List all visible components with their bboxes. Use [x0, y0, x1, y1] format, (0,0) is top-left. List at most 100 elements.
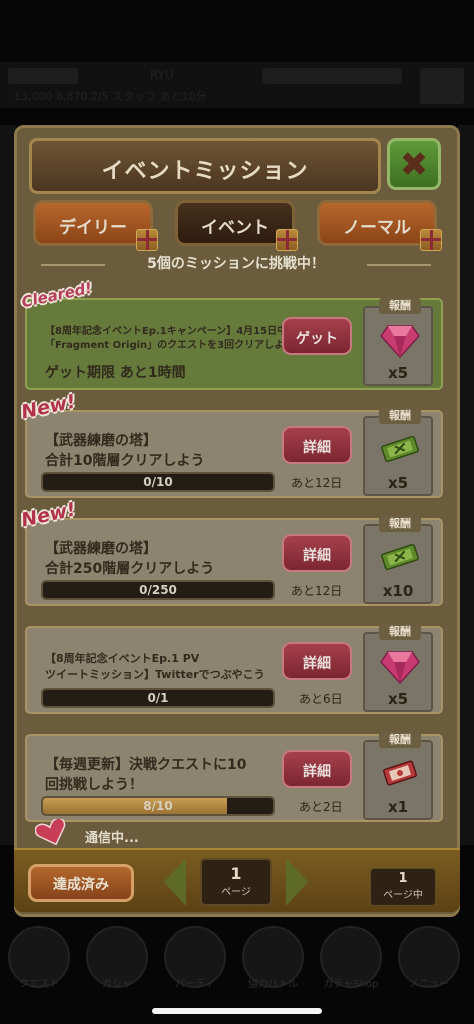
- get-button[interactable]: ゲット: [282, 317, 352, 355]
- progress-text: 0/10: [143, 475, 173, 489]
- background-nav: クエスト ガシャ パーティ 協力バトル ガチャShop メニュー: [0, 918, 474, 996]
- total-pages-unit: ページ中: [383, 890, 423, 901]
- progress-bar: 8/10: [41, 796, 275, 816]
- completed-button[interactable]: 達成済み: [28, 864, 134, 902]
- reward-count: x1: [387, 798, 409, 816]
- ticket-icon: [381, 543, 419, 571]
- mission-text: 回挑戦しよう！: [45, 777, 143, 793]
- close-button[interactable]: ✖: [387, 138, 441, 190]
- mission-text: 【8周年記念イベントEp.1キャンペーン】4月15日中に: [45, 326, 298, 337]
- progress-bar: 0/1: [41, 688, 275, 708]
- current-page: 1 ページ: [200, 858, 272, 906]
- mission-card: New! 【武器練磨の塔】 合計10階層クリアしよう 0/10 詳細 あと12日…: [19, 391, 443, 498]
- remaining-time: あと6日: [299, 692, 343, 706]
- cleared-badge: Cleared!: [19, 278, 94, 312]
- mission-card: Cleared! 【8周年記念イベントEp.1キャンペーン】4月15日中に 「F…: [20, 279, 443, 390]
- progress-text: 8/10: [143, 799, 173, 813]
- details-button-label: 詳細: [303, 440, 331, 456]
- close-icon: ✖: [399, 145, 429, 185]
- prev-page-icon[interactable]: [164, 858, 186, 906]
- reward-label: 報酬: [379, 516, 421, 532]
- challenge-count: 5個のミッションに挑戦中！: [31, 253, 441, 277]
- background-nav-label: クエスト: [19, 979, 59, 990]
- current-page-unit: ページ: [221, 887, 251, 898]
- background-nav-label: 協力バトル: [247, 979, 299, 990]
- mission-text: 【武器練磨の塔】: [45, 541, 157, 557]
- new-badge: New!: [19, 498, 78, 532]
- panel-title-bar: イベントミッション: [29, 138, 381, 194]
- event-mission-panel: イベントミッション ✖ デイリー イベント ノーマル 5個のミッションに挑戦中！…: [14, 125, 460, 917]
- progress-bar: 0/250: [41, 580, 275, 600]
- details-button-label: 詳細: [303, 656, 331, 672]
- mission-card: New! 【武器練磨の塔】 合計250階層クリアしよう 0/250 詳細 あと1…: [19, 499, 443, 606]
- mission-card: 【毎週更新】決戦クエストに10 回挑戦しよう！ 8/10 詳細 あと2日 報酬 …: [25, 732, 443, 822]
- ticket-icon: [381, 435, 419, 463]
- total-pages-number: 1: [398, 871, 408, 886]
- panel-title: イベントミッション: [101, 159, 309, 184]
- background-nav-label: ガチャShop: [323, 979, 379, 990]
- reward-label: 報酬: [379, 624, 421, 640]
- communicating-text: 通信中...: [85, 831, 139, 846]
- remaining-time: あと12日: [291, 476, 343, 490]
- tab-daily[interactable]: デイリー: [33, 200, 158, 251]
- reward-box: 報酬 x10: [363, 516, 433, 604]
- challenge-text: 5個のミッションに挑戦中！: [147, 256, 325, 272]
- pager-bar: 達成済み 1 ページ 1 ページ中: [14, 848, 460, 912]
- details-button[interactable]: 詳細: [282, 750, 352, 788]
- tab-event-label: イベント: [201, 218, 269, 238]
- background-nav-label: パーティ: [175, 979, 215, 990]
- reward-count: x10: [382, 582, 414, 600]
- tab-normal[interactable]: ノーマル: [317, 200, 442, 251]
- gem-icon: [380, 325, 420, 358]
- tab-normal-label: ノーマル: [343, 218, 411, 238]
- heart-icon: [35, 819, 66, 846]
- details-button-label: 詳細: [303, 764, 331, 780]
- total-pages: 1 ページ中: [370, 868, 436, 906]
- reward-count: x5: [387, 474, 409, 492]
- reward-box: 報酬 x5: [363, 298, 433, 386]
- reward-box: 報酬 x1: [363, 732, 433, 820]
- remaining-time: あと2日: [299, 800, 343, 814]
- communicating-indicator: 通信中...: [33, 819, 213, 847]
- reward-box: 報酬 x5: [363, 624, 433, 712]
- progress-bar: 0/10: [41, 472, 275, 492]
- reward-count: x5: [387, 364, 409, 382]
- mission-card: 【8周年記念イベントEp.1 PV ツイートミッション】Twitterでつぶやこ…: [25, 624, 443, 714]
- mission-text: 【毎週更新】決戦クエストに10: [45, 757, 247, 773]
- background-nav-label: メニュー: [409, 979, 449, 990]
- background-nav-label: ガシャ: [102, 979, 132, 990]
- reward-label: 報酬: [379, 408, 421, 424]
- background-status-bar: RYU 13,000 8,870 2/5 スタッフ あと10分: [0, 62, 474, 108]
- current-page-number: 1: [230, 864, 242, 883]
- mission-deadline: ゲット期限 あと1時間: [45, 365, 186, 381]
- details-button-label: 詳細: [303, 548, 331, 564]
- reward-label: 報酬: [379, 732, 421, 748]
- progress-text: 0/1: [147, 691, 169, 705]
- mission-text: 合計250階層クリアしよう: [45, 561, 215, 577]
- gift-icon: [420, 229, 442, 251]
- remaining-time: あと12日: [291, 584, 343, 598]
- completed-button-label: 達成済み: [53, 877, 109, 893]
- background-player-name: RYU: [150, 68, 174, 82]
- mission-text: 合計10階層クリアしよう: [45, 453, 205, 469]
- mission-text: 【武器練磨の塔】: [45, 433, 157, 449]
- next-page-icon[interactable]: [286, 858, 308, 906]
- new-badge: New!: [19, 390, 78, 424]
- tab-event[interactable]: イベント: [175, 200, 298, 251]
- gift-icon: [276, 229, 298, 251]
- gift-icon: [136, 229, 158, 251]
- mission-text: ツイートミッション】Twitterでつぶやこう: [45, 668, 265, 681]
- details-button[interactable]: 詳細: [282, 426, 352, 464]
- progress-text: 0/250: [139, 583, 177, 597]
- details-button[interactable]: 詳細: [282, 642, 352, 680]
- reward-box: 報酬 x5: [363, 408, 433, 496]
- home-indicator[interactable]: [152, 1008, 322, 1014]
- mission-text: 【8周年記念イベントEp.1 PV: [45, 652, 200, 665]
- reward-count: x5: [387, 690, 409, 708]
- reward-label: 報酬: [379, 298, 421, 314]
- tab-daily-label: デイリー: [59, 218, 127, 238]
- details-button[interactable]: 詳細: [282, 534, 352, 572]
- background-status-line: 13,000 8,870 2/5 スタッフ あと10分: [14, 90, 207, 103]
- get-button-label: ゲット: [296, 331, 338, 347]
- red-ticket-icon: [383, 760, 417, 786]
